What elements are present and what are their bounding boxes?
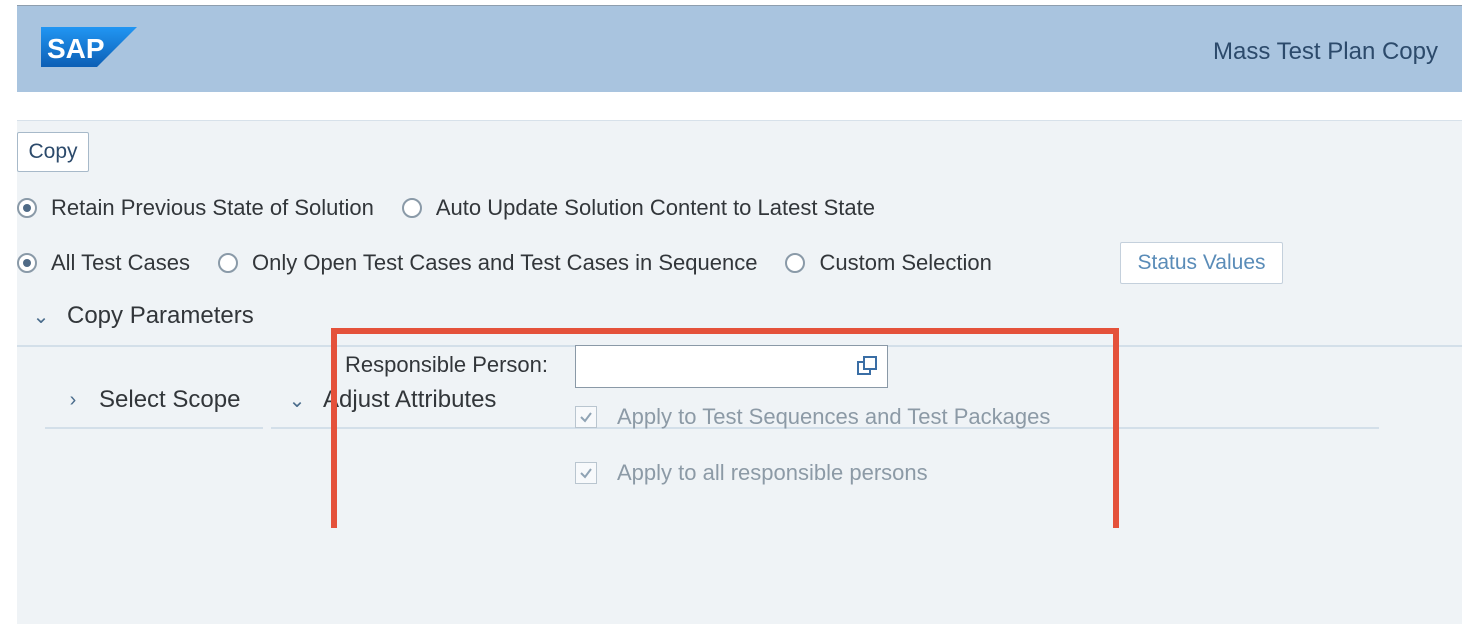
header-spacer <box>17 92 1462 120</box>
apply-sequences-checkbox-row[interactable]: Apply to Test Sequences and Test Package… <box>575 404 1050 430</box>
copy-button[interactable]: Copy <box>17 132 89 172</box>
status-values-button[interactable]: Status Values <box>1120 242 1283 284</box>
radio-label: Auto Update Solution Content to Latest S… <box>435 195 875 220</box>
adjust-attributes-panel-highlight: Responsible Person: Apply to Test Sequen… <box>331 328 1119 528</box>
radio-button-selected[interactable] <box>17 198 37 218</box>
sap-logo: SAP <box>41 27 137 67</box>
responsible-person-input[interactable] <box>575 345 888 388</box>
test-case-radio-group: All Test Cases Only Open Test Cases and … <box>17 247 1020 279</box>
radio-button[interactable] <box>401 198 422 218</box>
section-title: Copy Parameters <box>67 302 254 329</box>
value-help-icon[interactable] <box>855 354 879 378</box>
radio-button[interactable] <box>217 253 238 273</box>
main-content: Copy Retain Previous State of Solution A… <box>17 120 1462 624</box>
radio-button[interactable] <box>785 253 806 273</box>
section-title: Select Scope <box>99 386 241 413</box>
checkbox-label: Apply to all responsible persons <box>617 460 928 485</box>
responsible-person-label: Responsible Person: <box>345 352 549 377</box>
radio-auto-update-solution[interactable]: Auto Update Solution Content to Latest S… <box>401 195 875 221</box>
apply-all-persons-checkbox-row[interactable]: Apply to all responsible persons <box>575 460 928 486</box>
app-frame: SAP Mass Test Plan Copy Copy Retain Prev… <box>17 0 1462 624</box>
shell-header: SAP Mass Test Plan Copy <box>17 5 1462 92</box>
app-title: Mass Test Plan Copy <box>1213 38 1438 65</box>
radio-button-selected[interactable] <box>17 253 37 273</box>
select-scope-toggle[interactable]: › Select Scope <box>63 386 241 414</box>
radio-label: Custom Selection <box>819 250 992 275</box>
radio-custom-selection[interactable]: Custom Selection <box>785 250 992 276</box>
checkbox-checked[interactable] <box>575 406 597 428</box>
chevron-down-icon: ⌄ <box>32 305 50 328</box>
checkmark-icon <box>580 468 592 479</box>
svg-text:SAP: SAP <box>47 33 105 64</box>
section-divider <box>45 427 263 429</box>
checkmark-icon <box>580 412 592 423</box>
solution-state-radio-group: Retain Previous State of Solution Auto U… <box>17 192 903 224</box>
radio-label: All Test Cases <box>51 250 190 275</box>
chevron-right-icon: › <box>69 388 77 411</box>
chevron-down-icon: ⌄ <box>288 389 306 412</box>
radio-label: Retain Previous State of Solution <box>51 195 374 220</box>
radio-all-test-cases[interactable]: All Test Cases <box>17 250 190 276</box>
radio-only-open-test-cases[interactable]: Only Open Test Cases and Test Cases in S… <box>217 250 758 276</box>
radio-label: Only Open Test Cases and Test Cases in S… <box>251 250 758 275</box>
checkbox-label: Apply to Test Sequences and Test Package… <box>617 404 1051 429</box>
checkbox-checked[interactable] <box>575 462 597 484</box>
radio-retain-previous-state[interactable]: Retain Previous State of Solution <box>17 195 374 221</box>
copy-parameters-toggle[interactable]: ⌄ Copy Parameters <box>31 302 254 330</box>
